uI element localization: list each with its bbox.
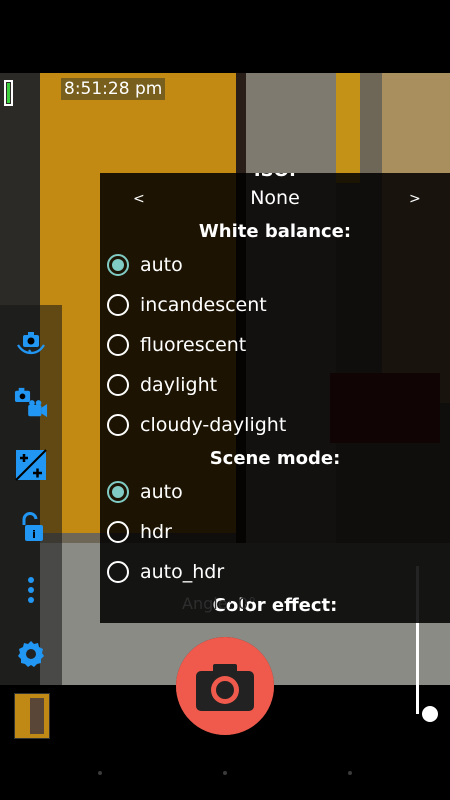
settings-popup: ISO: < None > White balance: auto incand… <box>100 173 450 623</box>
shutter-button[interactable] <box>176 637 274 735</box>
nav-indicator <box>223 771 227 775</box>
settings-icon[interactable] <box>14 637 48 671</box>
white-balance-option[interactable]: auto <box>107 249 183 281</box>
scene-mode-option[interactable]: auto <box>107 476 183 508</box>
gallery-thumbnail[interactable] <box>14 693 50 739</box>
option-label: auto_hdr <box>140 561 225 583</box>
battery-icon <box>4 80 13 106</box>
color-effect-title: Color effect: <box>212 595 338 616</box>
white-balance-title: White balance: <box>198 221 352 242</box>
top-bar <box>0 0 450 73</box>
option-label: cloudy-daylight <box>140 414 287 436</box>
iso-next-button[interactable]: > <box>409 191 421 207</box>
radio-button[interactable] <box>107 334 129 356</box>
iso-value: None <box>250 187 300 209</box>
radio-button[interactable] <box>107 374 129 396</box>
radio-button[interactable] <box>107 561 129 583</box>
option-label: fluorescent <box>140 334 247 356</box>
option-label: hdr <box>140 521 172 543</box>
camera-icon <box>181 642 269 730</box>
zoom-slider-thumb[interactable] <box>422 706 438 722</box>
nav-indicator <box>98 771 102 775</box>
nav-indicator <box>348 771 352 775</box>
exposure-icon[interactable] <box>14 448 48 482</box>
radio-button[interactable] <box>107 254 129 276</box>
exposure-lock-icon[interactable]: i <box>14 510 48 544</box>
more-options-icon[interactable] <box>14 573 48 607</box>
option-label: incandescent <box>140 294 267 316</box>
white-balance-option[interactable]: incandescent <box>107 289 267 321</box>
side-toolbar: i <box>0 305 62 685</box>
iso-title: ISO: <box>100 173 450 182</box>
clock-text: 8:51:28 pm <box>61 78 166 100</box>
scene-mode-title: Scene mode: <box>209 448 341 469</box>
radio-button[interactable] <box>107 414 129 436</box>
switch-video-icon[interactable] <box>14 386 48 420</box>
scene-mode-option[interactable]: hdr <box>107 516 172 548</box>
option-label: auto <box>140 254 183 276</box>
switch-camera-icon[interactable] <box>14 325 48 359</box>
option-label: daylight <box>140 374 218 396</box>
svg-text:i: i <box>32 528 36 541</box>
radio-button[interactable] <box>107 521 129 543</box>
radio-button[interactable] <box>107 481 129 503</box>
scene-mode-option[interactable]: auto_hdr <box>107 556 224 588</box>
white-balance-option[interactable]: fluorescent <box>107 329 246 361</box>
radio-button[interactable] <box>107 294 129 316</box>
white-balance-option[interactable]: daylight <box>107 369 217 401</box>
angle-label: Angle: 0° <box>182 594 257 613</box>
option-label: auto <box>140 481 183 503</box>
white-balance-option[interactable]: cloudy-daylight <box>107 409 286 441</box>
